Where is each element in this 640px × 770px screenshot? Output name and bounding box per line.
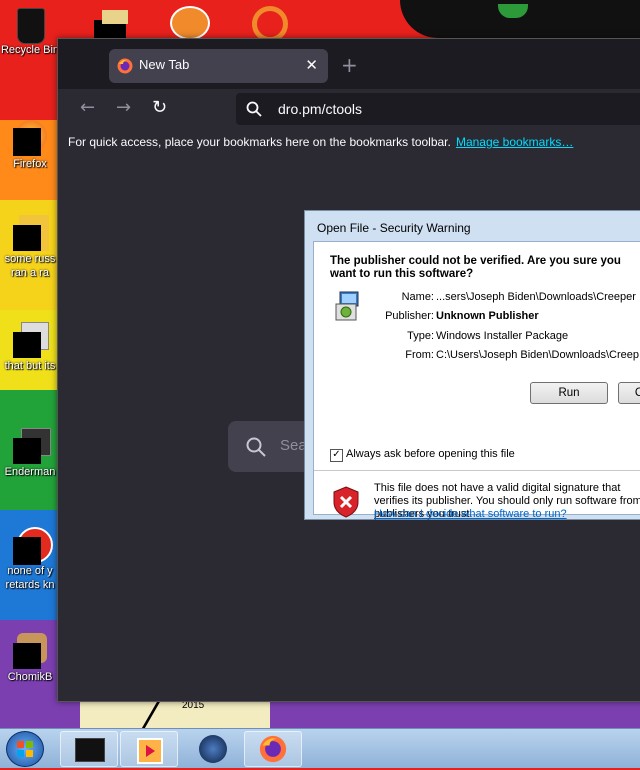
tab-title: New Tab xyxy=(139,57,190,72)
desktop-icon-label: none of y retards kn xyxy=(5,565,55,591)
windows-logo-icon xyxy=(17,741,33,757)
field-value-publisher: Unknown Publisher xyxy=(436,310,539,322)
always-ask-label: Always ask before opening this file xyxy=(346,448,515,460)
field-value-from: C:\Users\Joseph Biden\Downloads\Creep xyxy=(436,349,639,361)
desktop-icon-enderman[interactable]: Enderman xyxy=(0,428,60,479)
dialog-body: The publisher could not be verified. Are… xyxy=(313,241,640,520)
media-icon xyxy=(13,527,53,565)
close-tab-icon[interactable]: ✕ xyxy=(305,56,318,74)
field-label-name: Name: xyxy=(401,291,434,303)
desktop-icon-folder-top[interactable] xyxy=(92,0,128,40)
manage-bookmarks-link[interactable]: Manage bookmarks… xyxy=(456,135,573,149)
desktop-icon-label: that but its xyxy=(4,360,56,372)
field-label-type: Type: xyxy=(407,330,434,342)
security-shield-icon xyxy=(333,486,359,518)
taskbar-item-monitor[interactable] xyxy=(60,731,118,767)
program-icon xyxy=(13,428,51,464)
dialog-separator xyxy=(314,470,640,471)
back-arrow-icon[interactable]: ← xyxy=(80,97,95,118)
desktop-icon-image[interactable]: that but its xyxy=(0,322,60,373)
search-placeholder: Sea xyxy=(280,437,307,454)
dialog-question: The publisher could not be verified. Are… xyxy=(330,255,621,280)
bookmarks-hint: For quick access, place your bookmarks h… xyxy=(68,135,451,149)
search-icon xyxy=(246,101,262,117)
desktop-icon-ring-top[interactable] xyxy=(248,0,288,42)
desktop-icon-media[interactable]: none of y retards kn xyxy=(0,527,60,592)
bookmarks-toolbar: For quick access, place your bookmarks h… xyxy=(68,131,640,153)
start-button[interactable] xyxy=(6,731,44,767)
desktop-icon-label: ChomikB xyxy=(7,671,53,683)
dialog-title: Open File - Security Warning xyxy=(317,221,471,235)
image-icon xyxy=(13,322,49,358)
forward-arrow-icon[interactable]: → xyxy=(116,97,131,118)
desktop-icon-firefox[interactable]: Firefox xyxy=(0,120,60,171)
recycle-bin-icon xyxy=(13,6,47,44)
taskbar-item-firefox[interactable] xyxy=(244,731,302,767)
new-tab-button[interactable]: + xyxy=(341,53,358,77)
cancel-button[interactable]: C xyxy=(618,382,640,404)
url-text[interactable]: dro.pm/ctools xyxy=(278,101,362,117)
field-value-type: Windows Installer Package xyxy=(436,330,569,342)
security-warning-dialog: Open File - Security Warning The publish… xyxy=(304,210,640,520)
desktop-icon-chomik[interactable]: ChomikB xyxy=(0,633,60,684)
run-button[interactable]: Run xyxy=(530,382,608,404)
tab-new-tab[interactable]: New Tab ✕ xyxy=(109,49,328,83)
search-icon xyxy=(246,437,266,457)
document-icon xyxy=(13,215,49,251)
desktop-icon-recycle-bin[interactable]: Recycle Bin xyxy=(0,6,60,57)
firefox-logo-icon xyxy=(117,58,133,74)
desktop-icon-label: Firefox xyxy=(13,158,47,170)
firefox-icon xyxy=(13,120,47,156)
hamster-icon xyxy=(13,633,47,669)
globe-icon xyxy=(199,735,227,763)
taskbar-item-globe[interactable] xyxy=(184,731,242,767)
desktop-icon-label: Enderman xyxy=(4,466,56,478)
decide-software-link[interactable]: How can I decide what software to run? xyxy=(374,508,567,520)
reload-icon[interactable]: ↻ xyxy=(152,97,167,118)
firefox-logo-icon xyxy=(259,735,287,763)
taskbar-item-media-player[interactable] xyxy=(120,731,178,767)
wallpaper-fragment xyxy=(80,700,270,728)
field-label-from: From: xyxy=(405,349,434,361)
desktop-icon-orange-top[interactable] xyxy=(170,0,210,40)
desktop-icon-label: some russ ran a ra xyxy=(4,253,56,279)
media-player-icon xyxy=(137,738,163,764)
monitor-icon xyxy=(75,738,105,762)
field-label-publisher: Publisher: xyxy=(385,310,434,322)
tab-strip: New Tab ✕ + xyxy=(58,39,640,89)
url-bar[interactable]: dro.pm/ctools xyxy=(236,93,640,125)
desktop-icon-video[interactable]: some russ ran a ra xyxy=(0,215,60,280)
desktop-icon-label: Recycle Bin xyxy=(0,44,60,56)
navigation-toolbar: ← → ↻ dro.pm/ctools xyxy=(68,89,640,129)
always-ask-checkbox[interactable]: ✓ xyxy=(330,449,343,462)
taskbar xyxy=(0,728,640,768)
field-value-name: ...sers\Joseph Biden\Downloads\Creeper xyxy=(436,291,636,303)
